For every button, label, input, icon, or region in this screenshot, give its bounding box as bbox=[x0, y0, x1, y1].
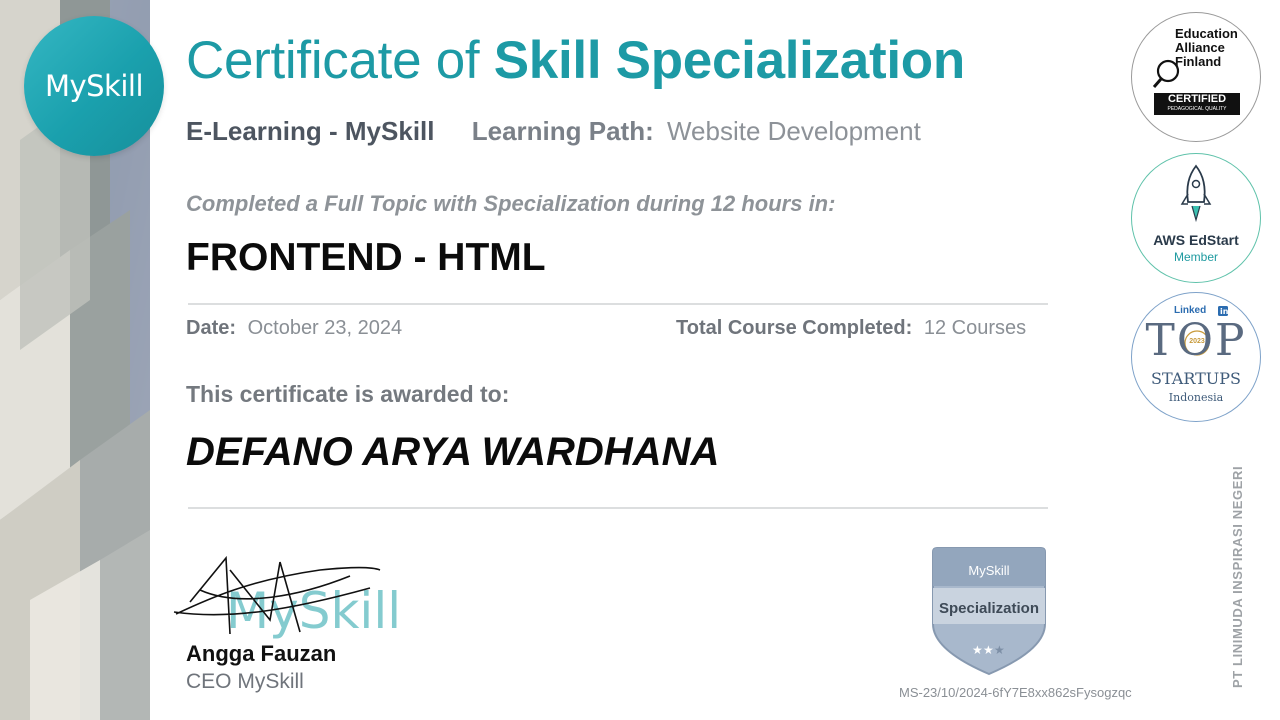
learning-path-value: Website Development bbox=[666, 116, 921, 146]
title-bold: Skill Specialization bbox=[493, 31, 965, 90]
aws-edstart-name: AWS EdStart bbox=[1153, 232, 1239, 248]
pedagogical-quality-label: PEDAGOGICAL QUALITY bbox=[1167, 106, 1227, 112]
education-alliance-name: Education Alliance Finland bbox=[1175, 26, 1238, 69]
linkedin-top-startups-seal: in Linked TOP 2023 STARTUPS Indonesia bbox=[1131, 292, 1261, 422]
aws-member-label: Member bbox=[1173, 250, 1218, 264]
title-light: Certificate of bbox=[186, 31, 480, 90]
signer-title: CEO MySkill bbox=[186, 670, 304, 693]
certificate-id: MS-23/10/2024-6fY7E8xx862sFysogzqc bbox=[899, 685, 1132, 700]
total-courses-label: Total Course Completed: bbox=[676, 317, 913, 339]
country-label: Indonesia bbox=[1168, 391, 1224, 404]
learning-path-label: Learning Path: bbox=[471, 116, 654, 146]
recipient-name: DEFANO ARYA WARDHANA bbox=[186, 430, 720, 474]
divider bbox=[188, 507, 1048, 509]
course-title: FRONTEND - HTML bbox=[186, 236, 546, 279]
organization-name: E-Learning - MySkill bbox=[186, 116, 435, 146]
top-year: 2023 bbox=[1189, 338, 1205, 345]
badge-brand: MySkill bbox=[968, 563, 1010, 578]
signature-watermark-text: MySkill bbox=[226, 582, 400, 640]
total-courses-row: Total Course Completed: 12 Courses bbox=[676, 317, 1026, 340]
signer-name: Angga Fauzan bbox=[186, 641, 337, 666]
completion-statement: Completed a Full Topic with Specializati… bbox=[186, 191, 836, 216]
logo-text: MySkill bbox=[44, 69, 144, 103]
date-row: Date: October 23, 2024 bbox=[186, 317, 402, 340]
aws-edstart-seal: AWS EdStart Member bbox=[1131, 153, 1261, 283]
star-icon: ★ bbox=[983, 643, 994, 657]
star-icon: ★ bbox=[972, 643, 983, 657]
company-name-vertical: PT LINIMUDA INSPIRASI NEGERI bbox=[1230, 465, 1245, 688]
certificate-title: Certificate of Skill Specialization bbox=[186, 30, 965, 91]
signature-image: MySkill bbox=[173, 555, 400, 640]
subtitle-row: E-Learning - MySkill Learning Path: Webs… bbox=[186, 116, 921, 147]
star-icon: ★ bbox=[994, 643, 1005, 657]
badge-label: Specialization bbox=[938, 600, 1040, 617]
education-alliance-finland-seal: Education Alliance Finland CERTIFIED PED… bbox=[1131, 12, 1261, 142]
certified-banner: CERTIFIED PEDAGOGICAL QUALITY bbox=[1154, 93, 1240, 115]
divider bbox=[188, 303, 1048, 305]
startups-label: STARTUPS bbox=[1151, 369, 1241, 388]
star-rating: ★ ★ ★ bbox=[972, 643, 1005, 657]
awarded-statement: This certificate is awarded to: bbox=[186, 381, 510, 407]
rocket-icon bbox=[1180, 164, 1212, 223]
total-courses-value: 12 Courses bbox=[923, 317, 1027, 339]
certified-label: CERTIFIED bbox=[1167, 93, 1227, 105]
date-label: Date: bbox=[186, 317, 237, 339]
myskill-logo: MySkill bbox=[24, 16, 164, 156]
date-value: October 23, 2024 bbox=[247, 317, 403, 339]
